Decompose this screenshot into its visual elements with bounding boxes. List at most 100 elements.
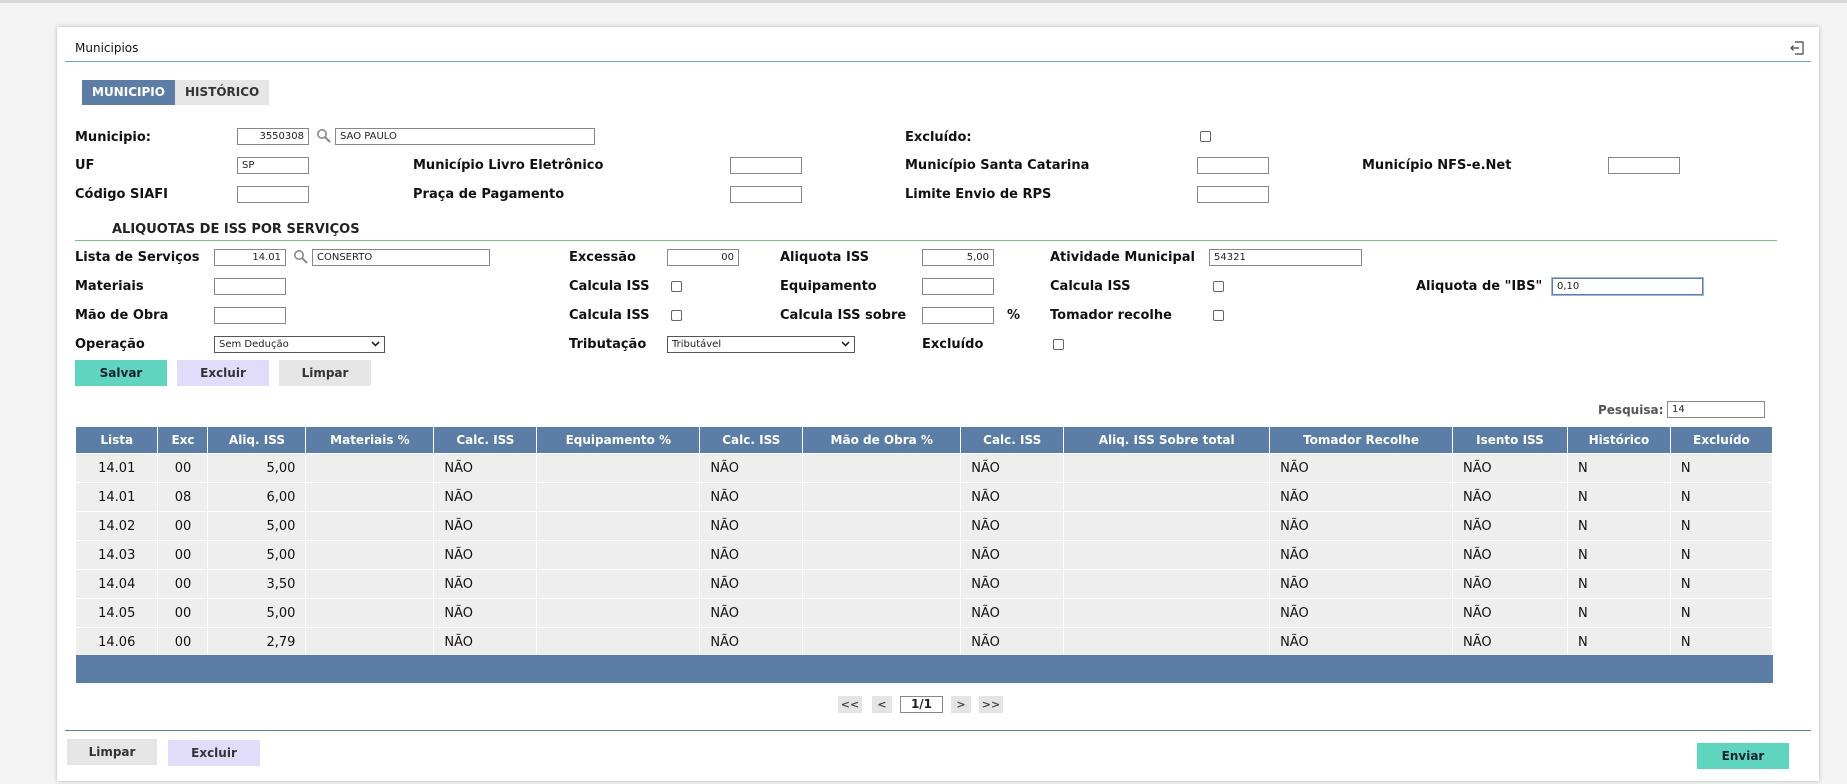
aliquota-ibs-input[interactable]: 0,10 xyxy=(1551,277,1704,296)
excluido-servico-label: Excluído xyxy=(922,337,984,352)
table-cell: NÃO xyxy=(960,598,1065,628)
municipio-name-input[interactable]: SAO PAULO xyxy=(335,128,595,145)
table-cell: N xyxy=(1670,569,1774,599)
pesquisa-input[interactable]: 14 xyxy=(1667,401,1765,418)
table-cell xyxy=(1063,598,1271,628)
table-row[interactable]: 14.04 00 3,50 NÃO NÃO NÃO NÃO NÃO N N xyxy=(76,569,1774,599)
tomador-recolhe-checkbox[interactable] xyxy=(1213,310,1224,321)
table-cell xyxy=(1063,511,1271,541)
table-cell: NÃO xyxy=(1452,511,1568,541)
praca-input[interactable] xyxy=(730,186,802,203)
tributacao-select[interactable]: Tributável xyxy=(667,336,855,353)
col-header-aliq-iss[interactable]: Aliq. ISS xyxy=(207,427,307,454)
table-row[interactable]: 14.02 00 5,00 NÃO NÃO NÃO NÃO NÃO N N xyxy=(76,511,1774,541)
table-cell: NÃO xyxy=(699,540,804,570)
calcula-iss-equipamento-label: Calcula ISS xyxy=(1050,279,1131,294)
aliquotas-section-title: ALIQUOTAS DE ISS POR SERVIÇOS xyxy=(112,222,360,237)
table-cell: N xyxy=(1567,627,1671,656)
table-cell: 00 xyxy=(157,598,209,628)
table-cell xyxy=(536,569,701,599)
search-icon[interactable] xyxy=(293,249,309,265)
col-header-lista[interactable]: Lista xyxy=(76,427,159,454)
excessao-input[interactable]: 00 xyxy=(667,249,739,266)
aliquota-iss-label: Aliquota ISS xyxy=(780,250,869,265)
municipios-panel: Municipios MUNICIPIO HISTÓRICO Municipio… xyxy=(57,27,1819,781)
table-cell: NÃO xyxy=(433,482,538,512)
aliquota-iss-input[interactable]: 5,00 xyxy=(922,249,994,266)
page-indicator[interactable]: 1/1 xyxy=(900,696,943,713)
table-cell: NÃO xyxy=(433,569,538,599)
limpar-button[interactable]: Limpar xyxy=(279,360,371,386)
col-header-historico[interactable]: Histórico xyxy=(1567,427,1671,454)
table-cell: N xyxy=(1670,540,1774,570)
table-row[interactable]: 14.06 00 2,79 NÃO NÃO NÃO NÃO NÃO N N xyxy=(76,627,1774,656)
col-header-exc[interactable]: Exc xyxy=(157,427,209,454)
table-row[interactable]: 14.01 00 5,00 NÃO NÃO NÃO NÃO NÃO N N xyxy=(76,453,1774,483)
atividade-municipal-input[interactable]: 54321 xyxy=(1209,249,1362,266)
table-cell: NÃO xyxy=(960,540,1065,570)
excluido-checkbox[interactable] xyxy=(1200,131,1211,142)
nfse-input[interactable] xyxy=(1608,157,1680,174)
table-cell: NÃO xyxy=(699,598,804,628)
mao-obra-input[interactable] xyxy=(214,307,286,324)
col-header-materiais[interactable]: Materiais % xyxy=(305,427,435,454)
col-header-excluido[interactable]: Excluído xyxy=(1670,427,1774,454)
percent-sign: % xyxy=(1007,308,1021,323)
salvar-button[interactable]: Salvar xyxy=(75,360,167,386)
table-cell xyxy=(1063,627,1271,656)
calcula-iss-mao-obra-checkbox[interactable] xyxy=(671,310,682,321)
operacao-select[interactable]: Sem Dedução xyxy=(214,336,385,353)
santa-catarina-input[interactable] xyxy=(1197,157,1269,174)
lista-servicos-label: Lista de Serviços xyxy=(75,250,200,265)
col-header-equipamento[interactable]: Equipamento % xyxy=(536,427,701,454)
col-header-calc-iss[interactable]: Calc. ISS xyxy=(960,427,1065,454)
calcula-iss-materiais-checkbox[interactable] xyxy=(671,281,682,292)
col-header-isento-iss[interactable]: Isento ISS xyxy=(1452,427,1568,454)
col-header-mao-obra[interactable]: Mão de Obra % xyxy=(802,427,962,454)
table-cell xyxy=(536,511,701,541)
col-header-aliq-sobre-total[interactable]: Aliq. ISS Sobre total xyxy=(1063,427,1271,454)
table-cell xyxy=(305,598,435,628)
lista-code-input[interactable]: 14.01 xyxy=(214,249,286,266)
excluido-servico-checkbox[interactable] xyxy=(1053,339,1064,350)
limite-rps-input[interactable] xyxy=(1197,186,1269,203)
materiais-input[interactable] xyxy=(214,278,286,295)
table-cell: N xyxy=(1567,598,1671,628)
first-page-button[interactable]: << xyxy=(838,696,862,713)
tab-historico[interactable]: HISTÓRICO xyxy=(175,80,270,105)
excluir-button[interactable]: Excluir xyxy=(177,360,269,386)
search-icon[interactable] xyxy=(316,128,332,144)
calcula-iss-sobre-input[interactable] xyxy=(922,307,994,324)
table-row[interactable]: 14.03 00 5,00 NÃO NÃO NÃO NÃO NÃO N N xyxy=(76,540,1774,570)
table-cell: NÃO xyxy=(960,511,1065,541)
col-header-calc-iss[interactable]: Calc. ISS xyxy=(433,427,538,454)
tab-municipio[interactable]: MUNICIPIO xyxy=(82,80,175,105)
uf-input[interactable]: SP xyxy=(237,157,309,174)
logout-icon[interactable] xyxy=(1789,40,1805,56)
municipio-code-input[interactable]: 3550308 xyxy=(237,128,309,145)
col-header-calc-iss[interactable]: Calc. ISS xyxy=(699,427,804,454)
table-cell: 6,00 xyxy=(207,482,307,512)
table-cell: NÃO xyxy=(960,569,1065,599)
nfse-label: Município NFS-e.Net xyxy=(1362,158,1512,173)
equipamento-input[interactable] xyxy=(922,278,994,295)
last-page-button[interactable]: >> xyxy=(979,696,1003,713)
table-cell: NÃO xyxy=(1452,453,1568,483)
table-row[interactable]: 14.01 08 6,00 NÃO NÃO NÃO NÃO NÃO N N xyxy=(76,482,1774,512)
next-page-button[interactable]: > xyxy=(951,696,971,713)
col-header-tomador-recolhe[interactable]: Tomador Recolhe xyxy=(1269,427,1453,454)
enviar-button[interactable]: Enviar xyxy=(1697,743,1789,769)
excessao-label: Excessão xyxy=(569,250,636,265)
table-footer-bar xyxy=(76,655,1773,683)
calcula-iss-equipamento-checkbox[interactable] xyxy=(1213,281,1224,292)
table-cell xyxy=(1063,482,1271,512)
siafi-input[interactable] xyxy=(237,186,309,203)
table-row[interactable]: 14.05 00 5,00 NÃO NÃO NÃO NÃO NÃO N N xyxy=(76,598,1774,628)
footer-limpar-button[interactable]: Limpar xyxy=(67,739,157,765)
footer-excluir-button[interactable]: Excluir xyxy=(168,740,260,766)
table-cell xyxy=(536,453,701,483)
table-cell: NÃO xyxy=(433,453,538,483)
prev-page-button[interactable]: < xyxy=(872,696,892,713)
lista-name-input[interactable]: CONSERTO xyxy=(312,249,490,266)
livro-eletronico-input[interactable] xyxy=(730,157,802,174)
